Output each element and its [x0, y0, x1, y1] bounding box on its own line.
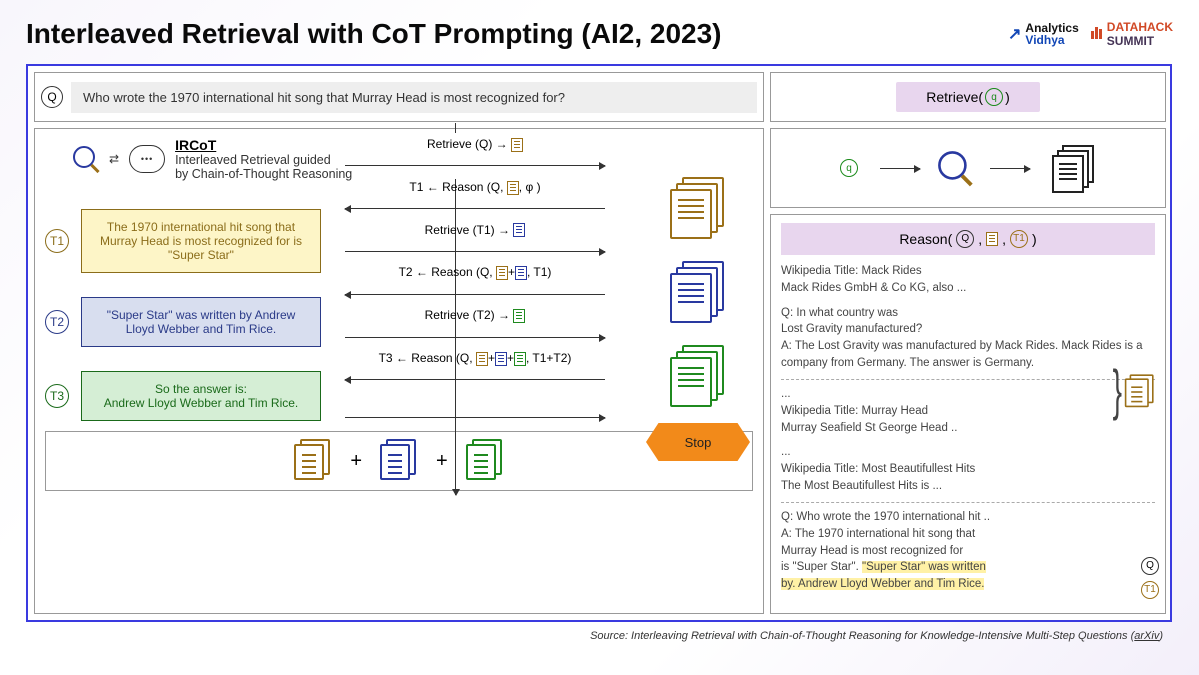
- question-text: Who wrote the 1970 international hit son…: [71, 82, 757, 113]
- plus-icon: +: [436, 450, 448, 473]
- doc-icon: [513, 309, 525, 323]
- main-diagram: ⇄ IRCoT Interleaved Retrieval guided by …: [34, 128, 764, 614]
- retrieve-flow-box: q: [770, 128, 1166, 208]
- reason-suffix: ): [1032, 229, 1037, 249]
- logo-area: ↗ Analytics Vidhya DATAHACK SUMMIT: [1008, 20, 1173, 48]
- doc-icon: [513, 223, 525, 237]
- arrow-retrieve-t1: Retrieve (T1) →: [345, 223, 605, 238]
- step-t3-box: So the answer is: Andrew Lloyd Webber an…: [81, 371, 321, 421]
- ircot-subtitle2: by Chain-of-Thought Reasoning: [175, 167, 352, 181]
- dh-line2: SUMMIT: [1107, 34, 1154, 48]
- thought-bubble-icon: [129, 145, 165, 173]
- q-side-circle-icon: Q: [1141, 557, 1159, 575]
- datahack-logo: DATAHACK SUMMIT: [1091, 20, 1173, 48]
- magnifier-icon: [73, 146, 99, 172]
- reason-prefix: Reason(: [899, 229, 952, 249]
- document-column: Stop: [643, 177, 753, 461]
- doc-icon: [496, 266, 508, 280]
- reason-detail-box: Reason( Q, , T1 ) Wikipedia Title: Mack …: [770, 214, 1166, 614]
- arrow-retrieve-t2: Retrieve (T2) →: [345, 308, 605, 323]
- retrieve-prefix: Retrieve(: [926, 89, 983, 105]
- source-citation: Source: Interleaving Retrieval with Chai…: [26, 630, 1163, 642]
- doc-icon: [515, 266, 527, 280]
- doc-icon: [507, 181, 519, 195]
- doc-stack-brown: [670, 177, 726, 237]
- doc-icon: [511, 138, 523, 152]
- question-bar: Q Who wrote the 1970 international hit s…: [34, 72, 764, 122]
- page-title: Interleaved Retrieval with CoT Prompting…: [26, 18, 722, 50]
- arrow-reason-t1: T1 ← Reason (Q, , φ ): [345, 180, 605, 195]
- doc-icon: [476, 352, 488, 366]
- retrieve-suffix: ): [1005, 89, 1010, 105]
- doc-icon: [495, 352, 507, 366]
- bars-icon: [1091, 27, 1103, 42]
- q-in-circle-icon: q: [985, 88, 1003, 106]
- doc-stack-icon: [1052, 145, 1096, 191]
- doc-mini-green: [466, 439, 504, 483]
- doc-stack-blue: [670, 261, 726, 321]
- q-circle-icon: Q: [41, 86, 63, 108]
- t1-circle-icon: T1: [45, 229, 69, 253]
- arrow-up-icon: ↗: [1008, 24, 1021, 44]
- av-line2: Vidhya: [1025, 34, 1078, 46]
- arxiv-link[interactable]: arXiv: [1134, 630, 1159, 642]
- arrow-column: Retrieve (Q) → T1 ← Reason (Q, , φ ) Ret…: [345, 137, 605, 432]
- ircot-title: IRCoT: [175, 137, 352, 153]
- doc-icon: [986, 232, 998, 246]
- swap-icon: ⇄: [109, 152, 119, 166]
- arrow-retrieve-q: Retrieve (Q) →: [345, 137, 605, 152]
- arrow-reason-t2: T2 ← Reason (Q, +, T1): [345, 265, 605, 280]
- t3-circle-icon: T3: [45, 384, 69, 408]
- retrieve-header-box: Retrieve( q ): [770, 72, 1166, 122]
- connector-line: [455, 123, 456, 133]
- plus-icon: +: [350, 450, 362, 473]
- stop-hexagon: Stop: [646, 423, 750, 461]
- arrow-reason-t3: T3 ← Reason (Q, ++, T1+T2): [345, 351, 605, 366]
- step-t1-box: The 1970 international hit song that Mur…: [81, 209, 321, 273]
- t1-circle-icon: T1: [1010, 230, 1028, 248]
- t1-side-circle-icon: T1: [1141, 581, 1159, 599]
- magnifier-icon: [938, 151, 972, 185]
- arrow-icon: [880, 168, 920, 169]
- doc-side-icon: [1125, 374, 1155, 409]
- right-column: q Reason( Q, , T1 ) Wikipedia Title: Mac…: [770, 128, 1166, 614]
- step-t2-box: "Super Star" was written by Andrew Lloyd…: [81, 297, 321, 347]
- q-circle-icon: q: [840, 159, 858, 177]
- t2-circle-icon: T2: [45, 310, 69, 334]
- ircot-subtitle1: Interleaved Retrieval guided: [175, 153, 352, 167]
- doc-mini-brown: [294, 439, 332, 483]
- diagram-frame: Q Who wrote the 1970 international hit s…: [26, 64, 1172, 622]
- reason-body: Wikipedia Title: Mack RidesMack Rides Gm…: [781, 263, 1155, 592]
- doc-mini-blue: [380, 439, 418, 483]
- doc-stack-green: [670, 345, 726, 405]
- doc-icon: [514, 352, 526, 366]
- q-circle-icon: Q: [956, 230, 974, 248]
- dh-line1: DATAHACK: [1107, 20, 1173, 34]
- arrow-icon: [990, 168, 1030, 169]
- analytics-vidhya-logo: ↗ Analytics Vidhya: [1008, 22, 1079, 46]
